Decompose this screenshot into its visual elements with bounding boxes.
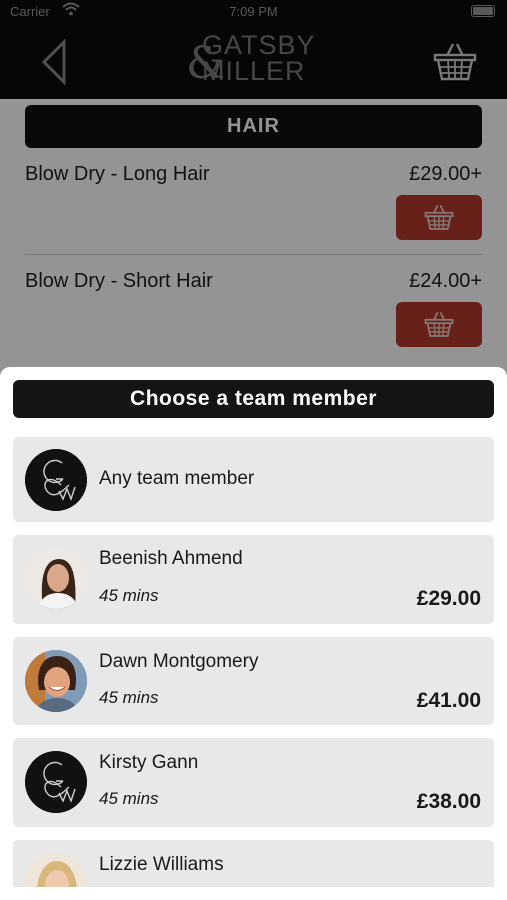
team-member-price: £41.00 xyxy=(416,689,481,712)
photo-avatar xyxy=(25,547,87,609)
team-member-name: Dawn Montgomery xyxy=(99,651,259,672)
team-member-card[interactable]: Lizzie Williams xyxy=(13,840,494,887)
team-member-card[interactable]: Dawn Montgomery 45 mins £41.00 xyxy=(13,637,494,725)
team-member-name: Kirsty Gann xyxy=(99,752,199,773)
team-member-duration: 45 mins xyxy=(99,586,159,605)
photo-avatar xyxy=(25,650,87,712)
team-member-card[interactable]: Beenish Ahmend 45 mins £29.00 xyxy=(13,535,494,624)
team-member-name: Any team member xyxy=(99,468,255,489)
team-member-card[interactable]: Any team member xyxy=(13,437,494,522)
team-member-name: Beenish Ahmend xyxy=(99,548,243,569)
photo-avatar xyxy=(25,853,87,887)
team-member-card[interactable]: Kirsty Gann 45 mins £38.00 xyxy=(13,738,494,827)
logo-avatar xyxy=(25,449,87,511)
team-member-name: Lizzie Williams xyxy=(99,854,224,875)
team-member-price: £29.00 xyxy=(416,587,481,610)
team-member-price: £38.00 xyxy=(416,790,481,813)
team-member-duration: 45 mins xyxy=(99,688,159,707)
bottom-edge xyxy=(0,887,507,900)
team-member-duration: 45 mins xyxy=(99,789,159,808)
sheet-title: Choose a team member xyxy=(13,380,494,418)
logo-avatar xyxy=(25,751,87,813)
team-member-sheet: Choose a team member Any team member Bee… xyxy=(0,367,507,887)
